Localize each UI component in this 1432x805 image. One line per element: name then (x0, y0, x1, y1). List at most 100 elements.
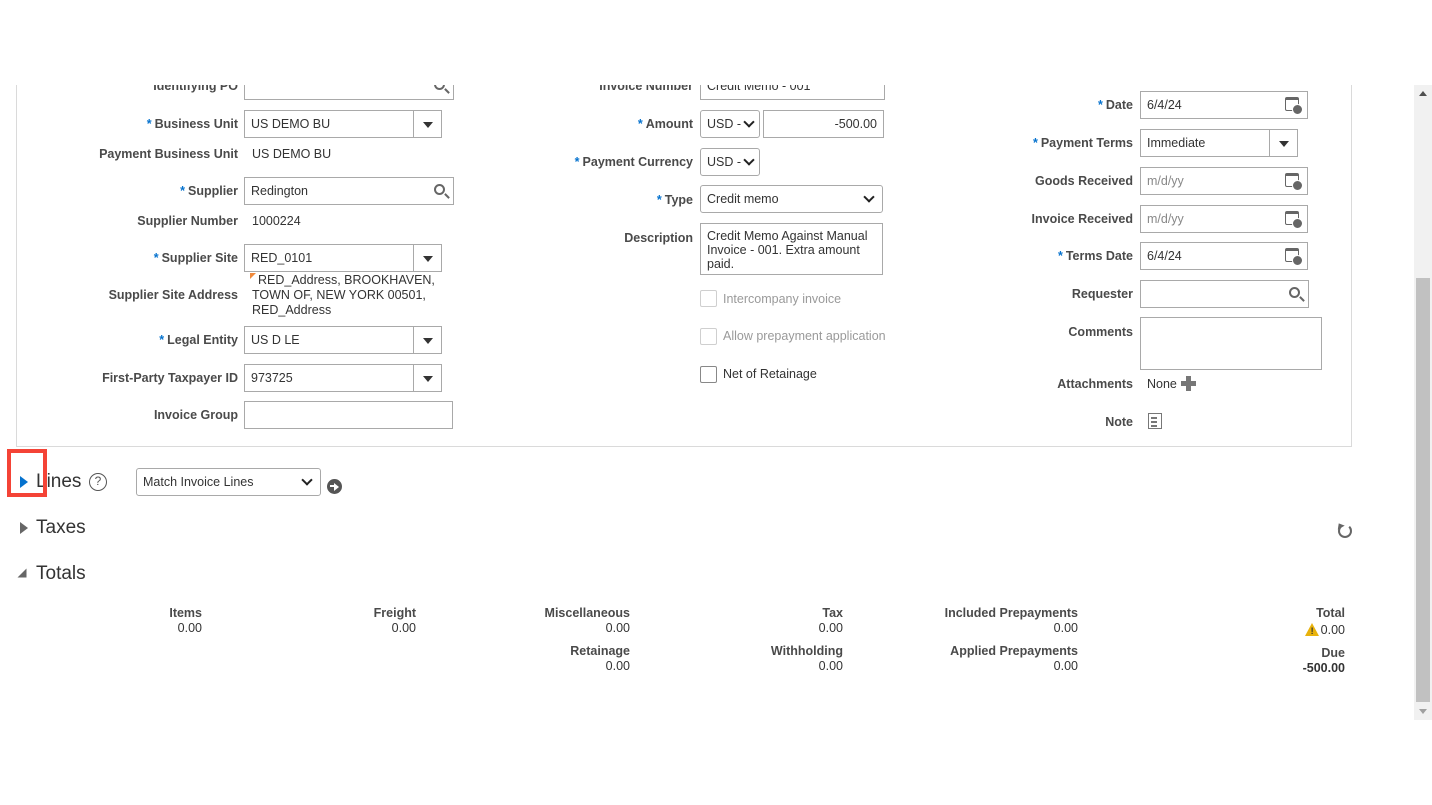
invoice-page: Identifying PO * Business Unit US DEMO BU… (0, 85, 1432, 720)
allow-prepayment-checkbox[interactable] (700, 328, 717, 345)
refresh-icon[interactable] (1335, 521, 1352, 538)
comments-label: Comments (1068, 325, 1133, 339)
chevron-down-icon (743, 116, 755, 128)
invoice-number-label: Invoice Number (599, 85, 693, 93)
total-value: ! 0.00 (1304, 623, 1345, 637)
amount-currency-select[interactable]: USD - (700, 110, 760, 138)
supplier-site-label: * Supplier Site (153, 251, 238, 265)
dropdown-icon[interactable] (413, 327, 441, 353)
comments-textarea[interactable] (1140, 317, 1322, 370)
freight-value: 0.00 (391, 621, 416, 635)
vertical-scrollbar[interactable] (1414, 85, 1432, 720)
invoice-received-input[interactable]: m/d/yy (1140, 205, 1308, 233)
supplier-number-label: Supplier Number (137, 214, 238, 228)
chevron-down-icon (863, 191, 875, 203)
supplier-number-value: 1000224 (252, 214, 301, 228)
chevron-down-icon (743, 154, 755, 166)
legal-entity-label: * Legal Entity (159, 333, 238, 347)
payment-business-unit-label: Payment Business Unit (99, 147, 238, 161)
totals-collapse-icon[interactable] (17, 568, 27, 578)
payment-currency-label: * Payment Currency (574, 155, 693, 169)
dropdown-icon[interactable] (413, 365, 441, 391)
invoice-number-input[interactable]: Credit Memo - 001 (700, 85, 885, 100)
allow-prepayment-label: Allow prepayment application (723, 329, 886, 343)
lines-highlight-box (7, 449, 47, 497)
tax-value: 0.00 (818, 621, 843, 635)
type-select[interactable]: Credit memo (700, 185, 883, 213)
totals-section-title[interactable]: Totals (36, 563, 86, 585)
date-input[interactable]: 6/4/24 (1140, 91, 1308, 119)
goods-received-input[interactable]: m/d/yy (1140, 167, 1308, 195)
net-of-retainage-label: Net of Retainage (723, 367, 817, 381)
business-unit-label: * Business Unit (146, 117, 238, 131)
taxpayer-id-select[interactable]: 973725 (244, 364, 442, 392)
business-unit-select[interactable]: US DEMO BU (244, 110, 442, 138)
calendar-icon[interactable] (1285, 173, 1303, 191)
chevron-down-icon (301, 474, 313, 486)
payment-terms-select[interactable]: Immediate (1140, 129, 1298, 157)
search-icon[interactable] (434, 184, 445, 195)
go-icon[interactable] (327, 479, 342, 494)
supplier-site-address-label: Supplier Site Address (108, 288, 238, 302)
taxes-section-title[interactable]: Taxes (36, 517, 86, 539)
total-label: Total (1316, 606, 1345, 620)
add-icon[interactable] (1181, 376, 1196, 391)
supplier-input[interactable]: Redington (244, 177, 454, 205)
warning-icon: ! (1304, 623, 1320, 636)
included-prepayments-value: 0.00 (1053, 621, 1078, 635)
calendar-icon[interactable] (1285, 248, 1303, 266)
date-label: * Date (1098, 98, 1133, 112)
amount-input[interactable]: -500.00 (763, 110, 884, 138)
net-of-retainage-checkbox[interactable] (700, 366, 717, 383)
description-textarea[interactable]: Credit Memo Against Manual Invoice - 001… (700, 223, 883, 275)
requester-input[interactable] (1140, 280, 1309, 308)
freight-label: Freight (373, 606, 416, 620)
payment-currency-select[interactable]: USD - (700, 148, 760, 176)
requester-label: Requester (1071, 287, 1133, 301)
terms-date-input[interactable]: 6/4/24 (1140, 242, 1308, 270)
supplier-label: * Supplier (180, 184, 238, 198)
note-label: Note (1105, 415, 1133, 429)
identifying-po-label: Identifying PO (153, 85, 238, 93)
miscellaneous-label: Miscellaneous (544, 606, 630, 620)
lines-action-select[interactable]: Match Invoice Lines (136, 468, 321, 496)
retainage-label: Retainage (570, 644, 630, 658)
scrollbar-thumb[interactable] (1416, 278, 1430, 702)
supplier-site-select[interactable]: RED_0101 (244, 244, 442, 272)
amount-label: * Amount (637, 117, 693, 131)
calendar-icon[interactable] (1285, 97, 1303, 115)
withholding-value: 0.00 (818, 659, 843, 673)
retainage-value: 0.00 (605, 659, 630, 673)
withholding-label: Withholding (770, 644, 843, 658)
dropdown-icon[interactable] (413, 245, 441, 271)
scroll-up-icon[interactable] (1419, 91, 1427, 96)
search-icon[interactable] (1289, 287, 1300, 298)
due-label: Due (1321, 646, 1345, 660)
intercompany-checkbox[interactable] (700, 290, 717, 307)
tax-label: Tax (822, 606, 843, 620)
dropdown-icon[interactable] (1269, 130, 1297, 156)
applied-prepayments-label: Applied Prepayments (950, 644, 1078, 658)
help-icon[interactable]: ? (89, 473, 107, 491)
miscellaneous-value: 0.00 (605, 621, 630, 635)
scroll-down-icon[interactable] (1419, 709, 1427, 714)
description-label: Description (624, 231, 693, 245)
invoice-group-input[interactable] (244, 401, 453, 429)
items-value: 0.00 (177, 621, 202, 635)
search-icon[interactable] (434, 85, 445, 90)
taxes-expand-icon[interactable] (20, 522, 28, 534)
legal-entity-select[interactable]: US D LE (244, 326, 442, 354)
dropdown-icon[interactable] (413, 111, 441, 137)
terms-date-label: * Terms Date (1057, 249, 1133, 263)
attachments-label: Attachments (1057, 377, 1133, 391)
invoice-group-label: Invoice Group (153, 408, 238, 422)
note-icon[interactable] (1148, 413, 1162, 429)
applied-prepayments-value: 0.00 (1053, 659, 1078, 673)
payment-business-unit-value: US DEMO BU (252, 147, 332, 161)
calendar-icon[interactable] (1285, 211, 1303, 229)
intercompany-label: Intercompany invoice (723, 292, 842, 306)
identifying-po-input[interactable] (244, 85, 454, 100)
included-prepayments-label: Included Prepayments (944, 606, 1078, 620)
payment-terms-label: * Payment Terms (1032, 136, 1133, 150)
supplier-site-address-value: RED_Address, BROOKHAVEN, TOWN OF, NEW YO… (250, 273, 435, 317)
